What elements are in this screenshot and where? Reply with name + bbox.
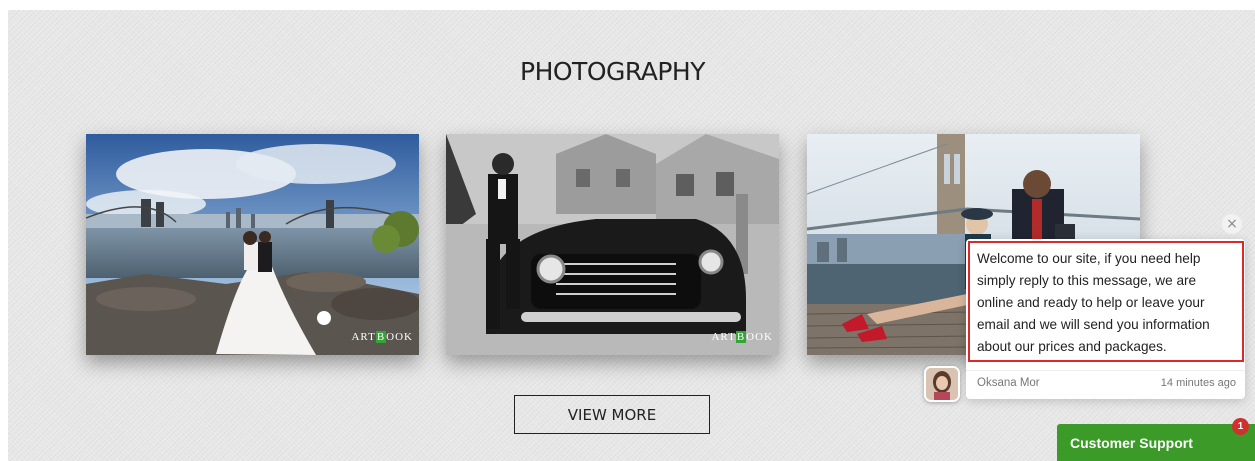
wedding-photo-image (86, 134, 419, 355)
chat-footer: Oksana Mor 14 minutes ago (966, 370, 1245, 400)
customer-support-button[interactable]: Customer Support (1057, 424, 1255, 461)
view-more-button[interactable]: VIEW MORE (514, 395, 710, 434)
unread-badge: 1 (1232, 418, 1249, 435)
agent-name: Oksana Mor (977, 377, 1040, 389)
gallery-photo-wedding[interactable]: ARTBOOK (86, 134, 419, 355)
car-photo-image (446, 134, 779, 355)
section-title: PHOTOGRAPHY (520, 57, 705, 86)
photo-watermark: ARTBOOK (711, 331, 773, 343)
close-icon[interactable]: × (1222, 214, 1242, 234)
avatar (924, 366, 960, 402)
photo-watermark: ARTBOOK (351, 331, 413, 343)
chat-popup[interactable]: Welcome to our site, if you need help si… (966, 239, 1245, 399)
chat-message: Welcome to our site, if you need help si… (968, 241, 1244, 362)
gallery-photo-car[interactable]: ARTBOOK (446, 134, 779, 355)
message-timestamp: 14 minutes ago (1160, 377, 1236, 389)
agent-avatar-image (926, 368, 958, 400)
